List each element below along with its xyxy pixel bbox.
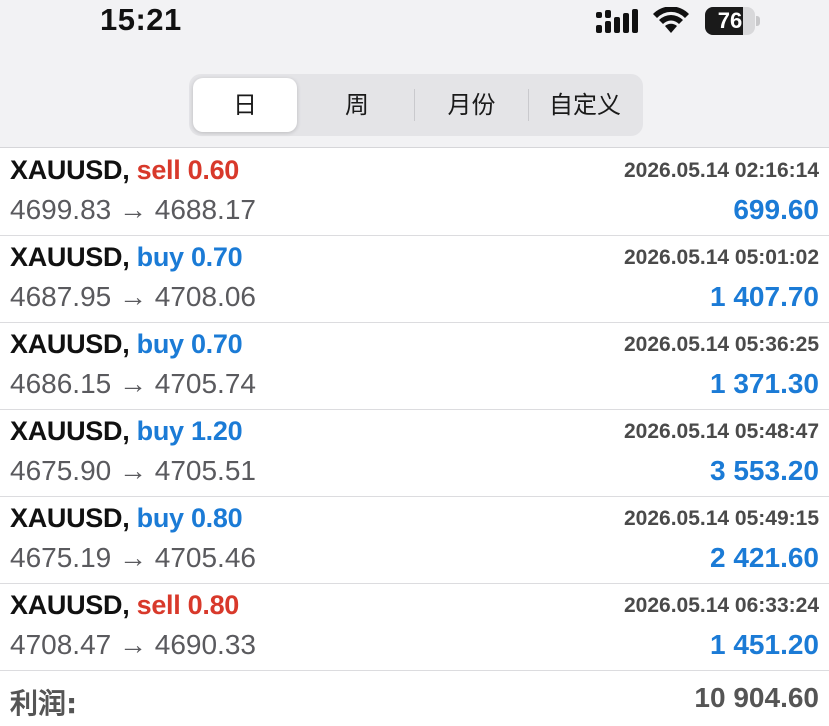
trade-side: buy [136,329,184,359]
trade-volume: 0.70 [190,242,243,272]
trade-title: XAUUSD, buy 0.70 [10,242,243,273]
trade-symbol: XAUUSD, [10,416,130,446]
trade-side: sell [136,155,181,185]
trade-title: XAUUSD, sell 0.60 [10,155,239,186]
trade-prices: 4708.47 → 4690.33 [10,629,256,660]
trade-profit: 3 553.20 [710,455,819,486]
trade-profit: 2 421.60 [710,542,819,573]
trade-title: XAUUSD, buy 0.70 [10,329,243,360]
battery-level: 76 [717,8,743,33]
trade-time: 2026.05.14 02:16:14 [624,159,819,182]
trade-row[interactable]: XAUUSD, sell 0.60 2026.05.14 02:16:14 46… [0,149,829,236]
trade-prices: 4675.90 → 4705.51 [10,455,256,486]
trade-side: sell [136,590,181,620]
trade-prices: 4675.19 → 4705.46 [10,542,256,573]
trade-row[interactable]: XAUUSD, sell 0.80 2026.05.14 06:33:24 47… [0,584,829,671]
trade-prices: 4687.95 → 4708.06 [10,281,256,312]
trade-side: buy [136,242,184,272]
trade-symbol: XAUUSD, [10,329,130,359]
profit-total: 10 904.60 [694,682,819,713]
battery-body: 76 [705,7,755,35]
trade-volume: 0.80 [187,590,240,620]
trade-symbol: XAUUSD, [10,242,130,272]
profit-label: 利润: [10,687,78,720]
trade-symbol: XAUUSD, [10,590,130,620]
trade-side: buy [136,416,184,446]
status-time: 15:21 [100,2,182,37]
trade-symbol: XAUUSD, [10,155,130,185]
status-bar: 15:21 76 [0,0,829,48]
trade-time: 2026.05.14 05:49:15 [624,507,819,530]
trade-profit: 1 371.30 [710,368,819,399]
trade-volume: 1.20 [190,416,243,446]
trade-time: 2026.05.14 05:36:25 [624,333,819,356]
trade-prices: 4686.15 → 4705.74 [10,368,256,399]
tab-month[interactable]: 月份 [415,78,528,132]
trade-row[interactable]: XAUUSD, buy 0.70 2026.05.14 05:36:25 468… [0,323,829,410]
trade-list: XAUUSD, sell 0.60 2026.05.14 02:16:14 46… [0,149,829,671]
period-segmented-control: 日 周 月份 自定义 [189,74,643,136]
tab-custom[interactable]: 自定义 [529,78,641,132]
trade-row[interactable]: XAUUSD, buy 0.80 2026.05.14 05:49:15 467… [0,497,829,584]
trade-profit: 699.60 [733,194,819,225]
trade-title: XAUUSD, buy 0.80 [10,503,243,534]
cellular-signal-icon [596,9,638,33]
trade-time: 2026.05.14 05:01:02 [624,246,819,269]
trade-profit: 1 407.70 [710,281,819,312]
trade-volume: 0.60 [187,155,240,185]
header: 15:21 76 日 周 月份 自定义 [0,0,829,148]
trade-title: XAUUSD, sell 0.80 [10,590,239,621]
trade-prices: 4699.83 → 4688.17 [10,194,256,225]
battery-icon: 76 [705,7,760,35]
trade-profit: 1 451.20 [710,629,819,660]
trade-row[interactable]: XAUUSD, buy 0.70 2026.05.14 05:01:02 468… [0,236,829,323]
trade-row[interactable]: XAUUSD, buy 1.20 2026.05.14 05:48:47 467… [0,410,829,497]
summary-bar: 利润: 10 904.60 [0,672,829,726]
trade-time: 2026.05.14 05:48:47 [624,420,819,443]
tab-day[interactable]: 日 [193,78,297,132]
trade-time: 2026.05.14 06:33:24 [624,594,819,617]
trade-side: buy [136,503,184,533]
wifi-icon [653,7,689,33]
battery-tip [756,16,760,26]
trade-volume: 0.80 [190,503,243,533]
trade-symbol: XAUUSD, [10,503,130,533]
tab-week[interactable]: 周 [301,78,413,132]
trade-title: XAUUSD, buy 1.20 [10,416,243,447]
trade-volume: 0.70 [190,329,243,359]
